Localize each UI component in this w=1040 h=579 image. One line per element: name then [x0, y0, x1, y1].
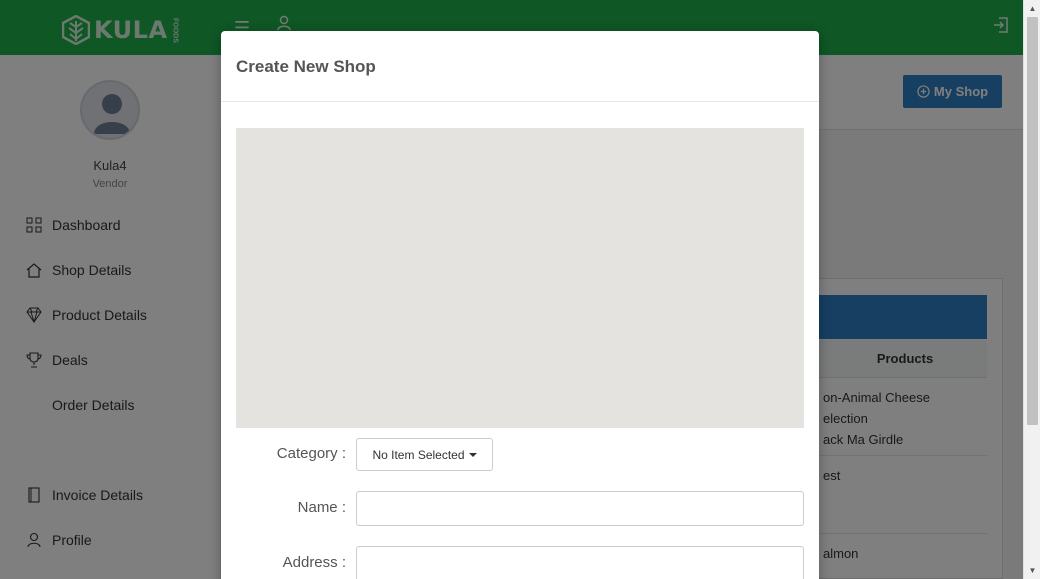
- name-label: Name :: [297, 499, 346, 516]
- page-scrollbar[interactable]: ▲ ▼: [1023, 0, 1040, 579]
- caret-down-icon: [468, 452, 477, 457]
- name-input[interactable]: [356, 491, 804, 526]
- category-label: Category :: [276, 445, 346, 462]
- modal-divider: [221, 101, 819, 102]
- modal-title: Create New Shop: [236, 57, 376, 76]
- map-area[interactable]: [236, 128, 804, 428]
- address-label: Address :: [282, 554, 346, 571]
- scroll-down-arrow-icon[interactable]: ▼: [1024, 562, 1040, 579]
- category-select-value: No Item Selected: [372, 447, 465, 462]
- scroll-up-arrow-icon[interactable]: ▲: [1024, 0, 1040, 17]
- scrollbar-thumb[interactable]: [1027, 17, 1038, 425]
- category-select[interactable]: No Item Selected: [356, 438, 493, 471]
- address-input[interactable]: [356, 546, 804, 579]
- create-shop-modal: Create New Shop Category : No Item Selec…: [221, 31, 819, 579]
